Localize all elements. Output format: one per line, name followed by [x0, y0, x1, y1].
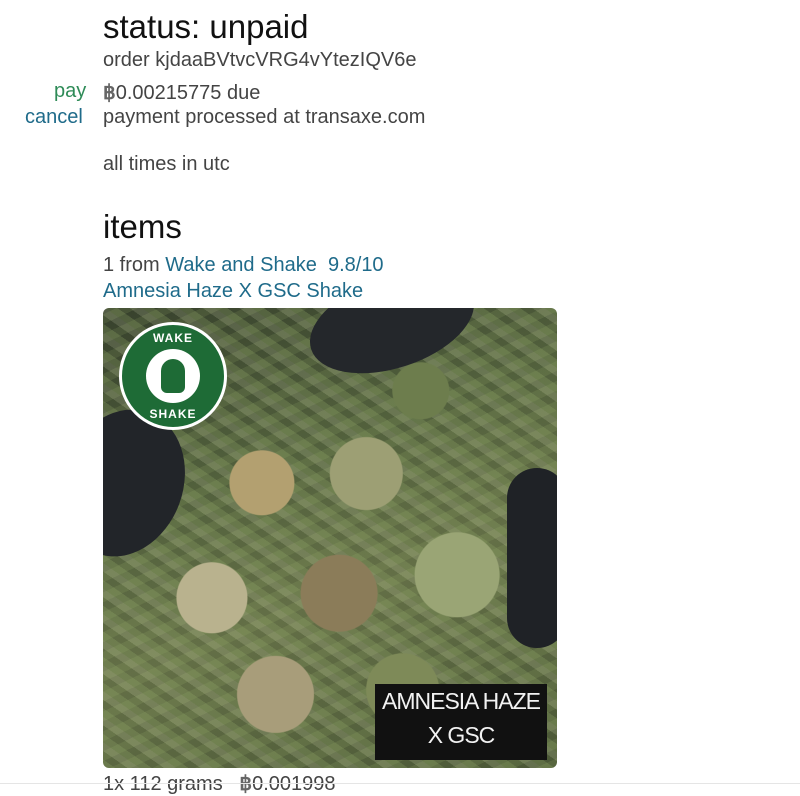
product-link[interactable]: Amnesia Haze X GSC Shake — [103, 280, 363, 303]
timezone-note: all times in utc — [103, 153, 230, 175]
vendor-prefix: 1 from — [103, 254, 160, 276]
image-caption-line1: AMNESIA HAZE — [382, 688, 541, 714]
bitcoin-icon: ฿ — [103, 82, 116, 104]
image-caption: AMNESIA HAZE X GSC — [375, 684, 547, 760]
vendor-logo: WAKE SHAKE — [119, 322, 227, 430]
glove-right — [507, 468, 557, 648]
items-heading: items — [103, 208, 182, 245]
vendor-name: Wake and Shake — [165, 254, 317, 276]
vendor-link[interactable]: Wake and Shake 9.8/10 — [165, 254, 383, 276]
logo-text-top: WAKE — [153, 331, 193, 345]
image-caption-line2: X GSC — [427, 722, 496, 748]
pay-link[interactable]: pay — [54, 80, 86, 103]
vendor-rating: 9.8/10 — [327, 254, 384, 276]
logo-text-bottom: SHAKE — [149, 407, 197, 421]
cancel-link[interactable]: cancel — [25, 106, 83, 129]
status-title: status: unpaid — [103, 8, 309, 45]
bottom-divider — [0, 783, 800, 784]
item-price: 0.001998 — [252, 773, 336, 795]
logo-emblem — [146, 349, 200, 403]
amount-due: ฿0.00215775 due — [103, 80, 260, 105]
product-image[interactable]: WAKE SHAKE AMNESIA HAZE X GSC — [103, 308, 557, 768]
bitcoin-icon: ฿ — [239, 773, 253, 795]
order-id: order kjdaaBVtvcVRG4vYtezIQV6e — [103, 49, 417, 71]
glove-top — [297, 308, 487, 393]
vendor-line: 1 from Wake and Shake 9.8/10 — [103, 254, 384, 277]
item-quantity: 1x 112 grams — [103, 773, 223, 795]
amount-due-value: 0.00215775 due — [115, 82, 261, 104]
payment-processor-note: payment processed at transaxe.com — [103, 106, 426, 128]
